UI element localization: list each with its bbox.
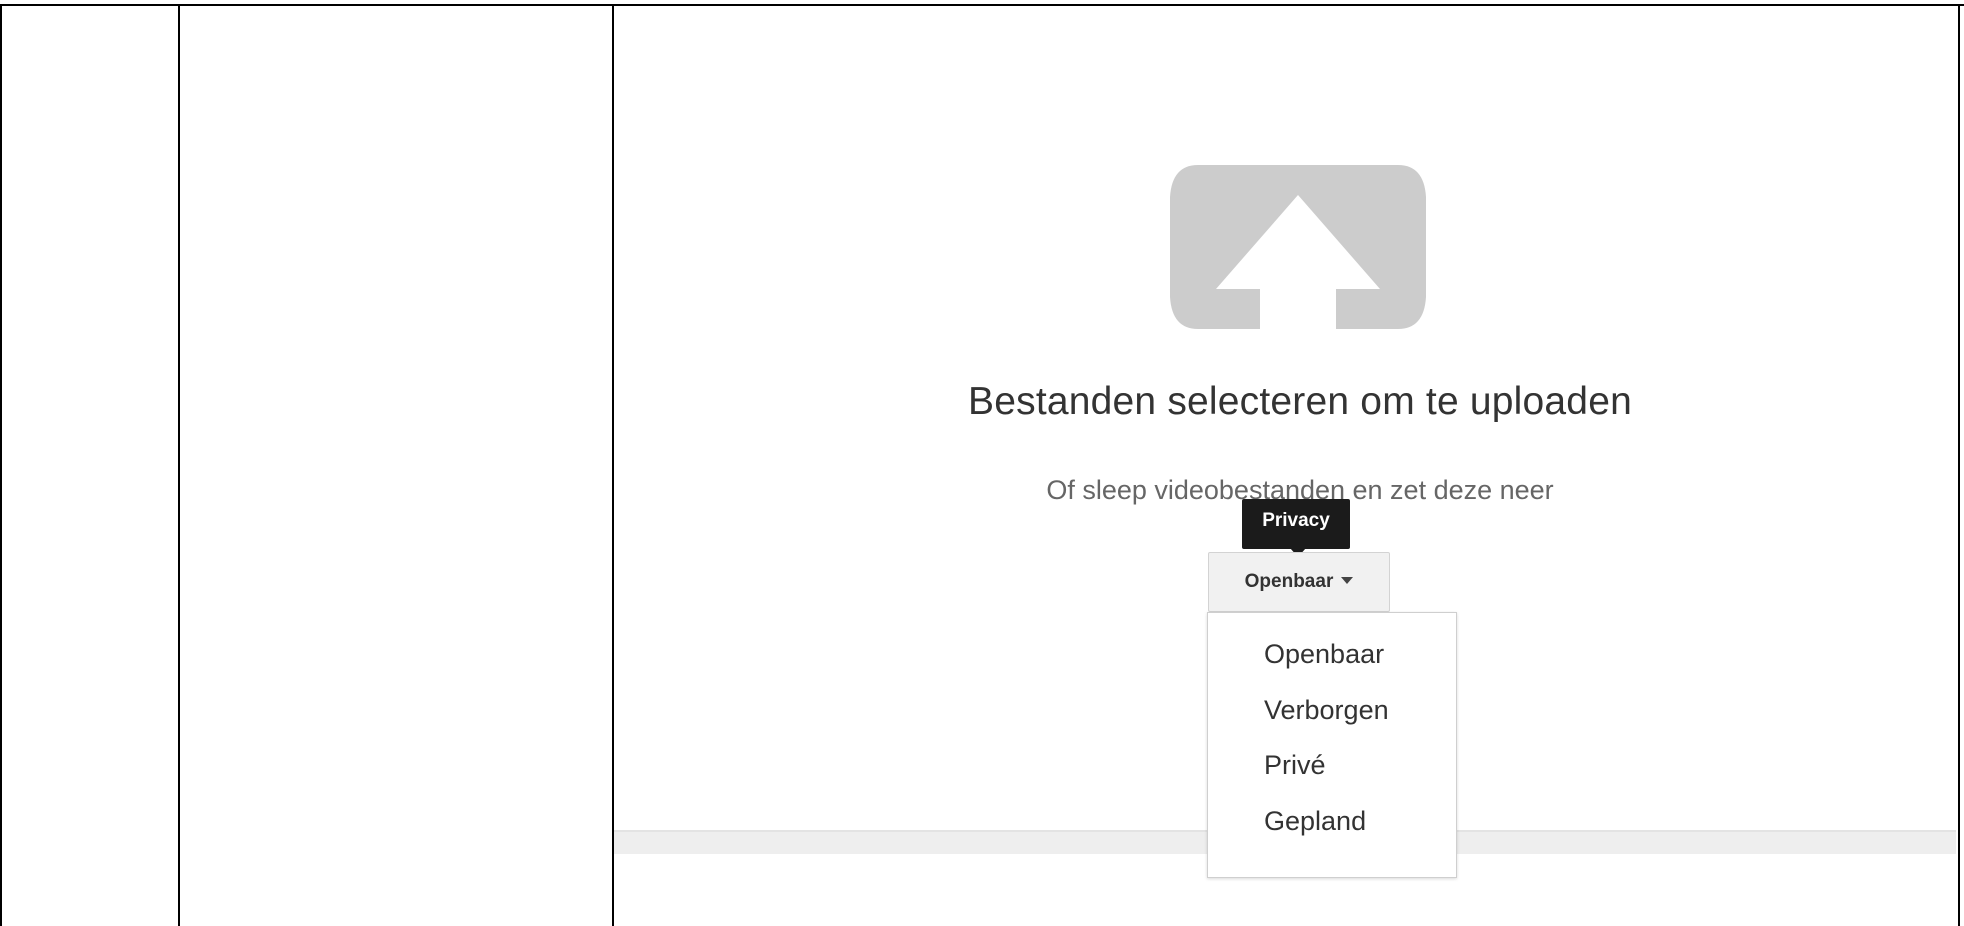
left-column xyxy=(0,6,178,926)
privacy-menu: Openbaar Verborgen Privé Gepland xyxy=(1207,612,1457,878)
upload-panel: Bestanden selecteren om te uploaden Of s… xyxy=(614,8,1956,926)
privacy-dropdown-button[interactable]: Openbaar xyxy=(1208,552,1390,612)
upload-title[interactable]: Bestanden selecteren om te uploaden xyxy=(614,380,1964,424)
right-border xyxy=(1958,4,1960,926)
page-frame: Bestanden selecteren om te uploaden Of s… xyxy=(0,0,1964,926)
middle-column xyxy=(180,6,612,926)
privacy-selected-label: Openbaar xyxy=(1244,571,1334,592)
upload-arrow-icon-svg xyxy=(1170,165,1426,337)
privacy-tooltip-label: Privacy xyxy=(1262,510,1330,531)
privacy-option-prive[interactable]: Privé xyxy=(1264,750,1326,781)
privacy-option-openbaar[interactable]: Openbaar xyxy=(1264,639,1384,670)
privacy-option-verborgen[interactable]: Verborgen xyxy=(1264,695,1389,726)
privacy-tooltip: Privacy xyxy=(1242,499,1350,557)
privacy-option-gepland[interactable]: Gepland xyxy=(1264,806,1366,837)
caret-down-icon xyxy=(1341,577,1354,585)
upload-arrow-icon[interactable] xyxy=(1168,157,1428,337)
